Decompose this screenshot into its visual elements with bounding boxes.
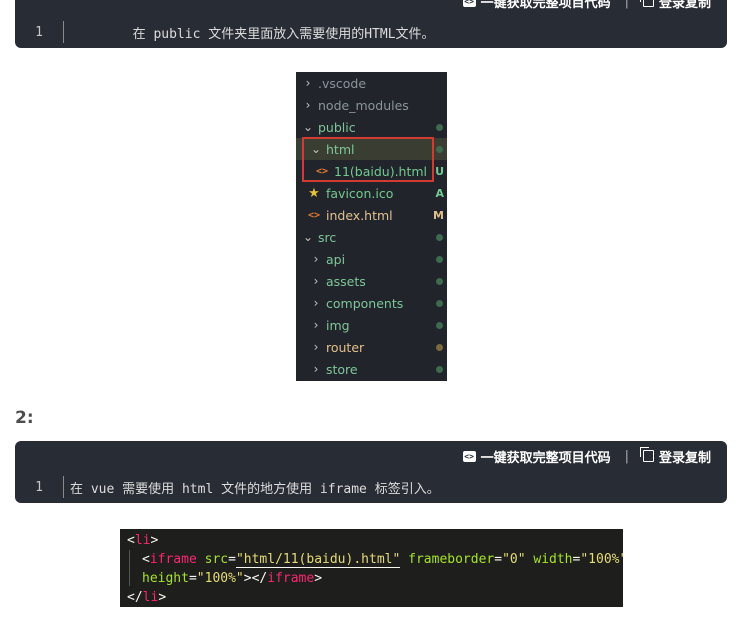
tree-item-label: router (326, 339, 365, 355)
copy-icon (639, 447, 654, 462)
html-file-icon: <> (307, 209, 321, 221)
tree-item-label: img (326, 317, 350, 333)
tree-item-label: index.html (326, 207, 393, 223)
iframe-code-snippet: <li> <iframe src="html/11(baidu).html" f… (120, 529, 623, 607)
code-text: 在 vue 需要使用 html 文件的地方使用 iframe 标签引入。 (70, 481, 440, 497)
status-dot (436, 123, 443, 131)
tree-item-label: public (318, 119, 356, 135)
git-status-badge: M (433, 208, 444, 222)
code-icon: <> (462, 0, 476, 7)
chevron-right-icon: › (313, 340, 319, 354)
line-number: 1 (35, 24, 43, 40)
chevron-right-icon: › (313, 252, 319, 266)
snippet-line-1: <li> (127, 533, 159, 548)
line-number: 1 (35, 479, 43, 495)
section-heading: 2: (15, 408, 34, 428)
chevron-right-icon: › (313, 274, 319, 288)
toolbar-separator: | (624, 448, 629, 464)
tree-item-node-modules[interactable]: › node_modules (296, 94, 447, 116)
tree-item-label: node_modules (318, 97, 409, 113)
tree-item-label: .vscode (318, 75, 367, 91)
tree-item-img[interactable]: › img (296, 314, 447, 336)
code-icon: <> (462, 450, 476, 462)
tree-item-vscode[interactable]: › .vscode (296, 72, 447, 94)
tree-item-label: store (326, 361, 358, 377)
status-dot (436, 343, 443, 351)
get-full-code-button[interactable]: <> 一键获取完整项目代码 (462, 0, 611, 11)
tree-item-label: favicon.ico (326, 185, 394, 201)
chevron-right-icon: › (313, 362, 319, 376)
code-block-1: <> 一键获取完整项目代码 | 登录复制 1 在 public 文件夹里面放入需… (15, 0, 727, 48)
snippet-line-2: <iframe src="html/11(baidu).html" frameb… (142, 552, 623, 568)
tree-item-public[interactable]: ⌄ public (296, 116, 447, 138)
status-dot (436, 299, 443, 307)
chevron-right-icon: › (305, 76, 311, 90)
tree-item-src[interactable]: ⌄ src (296, 226, 447, 248)
tree-item-label: assets (326, 273, 366, 289)
get-full-code-button[interactable]: <> 一键获取完整项目代码 (462, 447, 611, 466)
tree-item-components[interactable]: › components (296, 292, 447, 314)
status-dot (436, 365, 443, 373)
code-block-2: <> 一键获取完整项目代码 | 登录复制 1 在 vue 需要使用 html 文… (15, 441, 727, 503)
status-dot (436, 233, 443, 241)
git-status-badge: A (435, 186, 444, 200)
tree-item-favicon[interactable]: ★ favicon.ico A (296, 182, 447, 204)
tree-item-assets[interactable]: › assets (296, 270, 447, 292)
tree-item-label: components (326, 295, 404, 311)
code-toolbar-1: <> 一键获取完整项目代码 | 登录复制 (15, 0, 727, 16)
copy-icon (639, 0, 654, 7)
gutter-divider (63, 476, 64, 498)
code-toolbar-2: <> 一键获取完整项目代码 | 登录复制 (15, 441, 727, 471)
tree-item-router[interactable]: › router (296, 336, 447, 358)
login-copy-button[interactable]: 登录复制 (639, 0, 711, 11)
snippet-line-3: height="100%"></iframe> (142, 571, 323, 586)
status-dot (436, 145, 443, 153)
snippet-line-4: </li> (127, 590, 167, 605)
login-copy-button[interactable]: 登录复制 (639, 447, 711, 466)
indent-guide (129, 550, 130, 586)
chevron-right-icon: › (313, 318, 319, 332)
code-line: 1 在 vue 需要使用 html 文件的地方使用 iframe 标签引入。 (15, 471, 727, 503)
tree-item-label: src (318, 229, 337, 245)
tree-item-api[interactable]: › api (296, 248, 447, 270)
highlight-box (302, 137, 434, 182)
star-icon: ★ (308, 185, 320, 201)
chevron-down-icon: ⌄ (302, 120, 314, 134)
file-explorer-tree: › .vscode › node_modules ⌄ public ⌄ html… (296, 72, 447, 381)
git-status-badge: U (435, 164, 444, 178)
chevron-right-icon: › (313, 296, 319, 310)
chevron-down-icon: ⌄ (302, 230, 314, 244)
tree-item-label: api (326, 251, 346, 267)
tree-item-store[interactable]: › store (296, 358, 447, 380)
code-text: 在 public 文件夹里面放入需要使用的HTML文件。 (70, 26, 435, 42)
status-dot (436, 277, 443, 285)
status-dot (436, 255, 443, 263)
toolbar-separator: | (624, 0, 629, 9)
tree-item-index-html[interactable]: <> index.html M (296, 204, 447, 226)
code-line: 1 在 public 文件夹里面放入需要使用的HTML文件。 (15, 16, 727, 48)
gutter-divider (63, 21, 64, 43)
chevron-right-icon: › (305, 98, 311, 112)
status-dot (436, 321, 443, 329)
